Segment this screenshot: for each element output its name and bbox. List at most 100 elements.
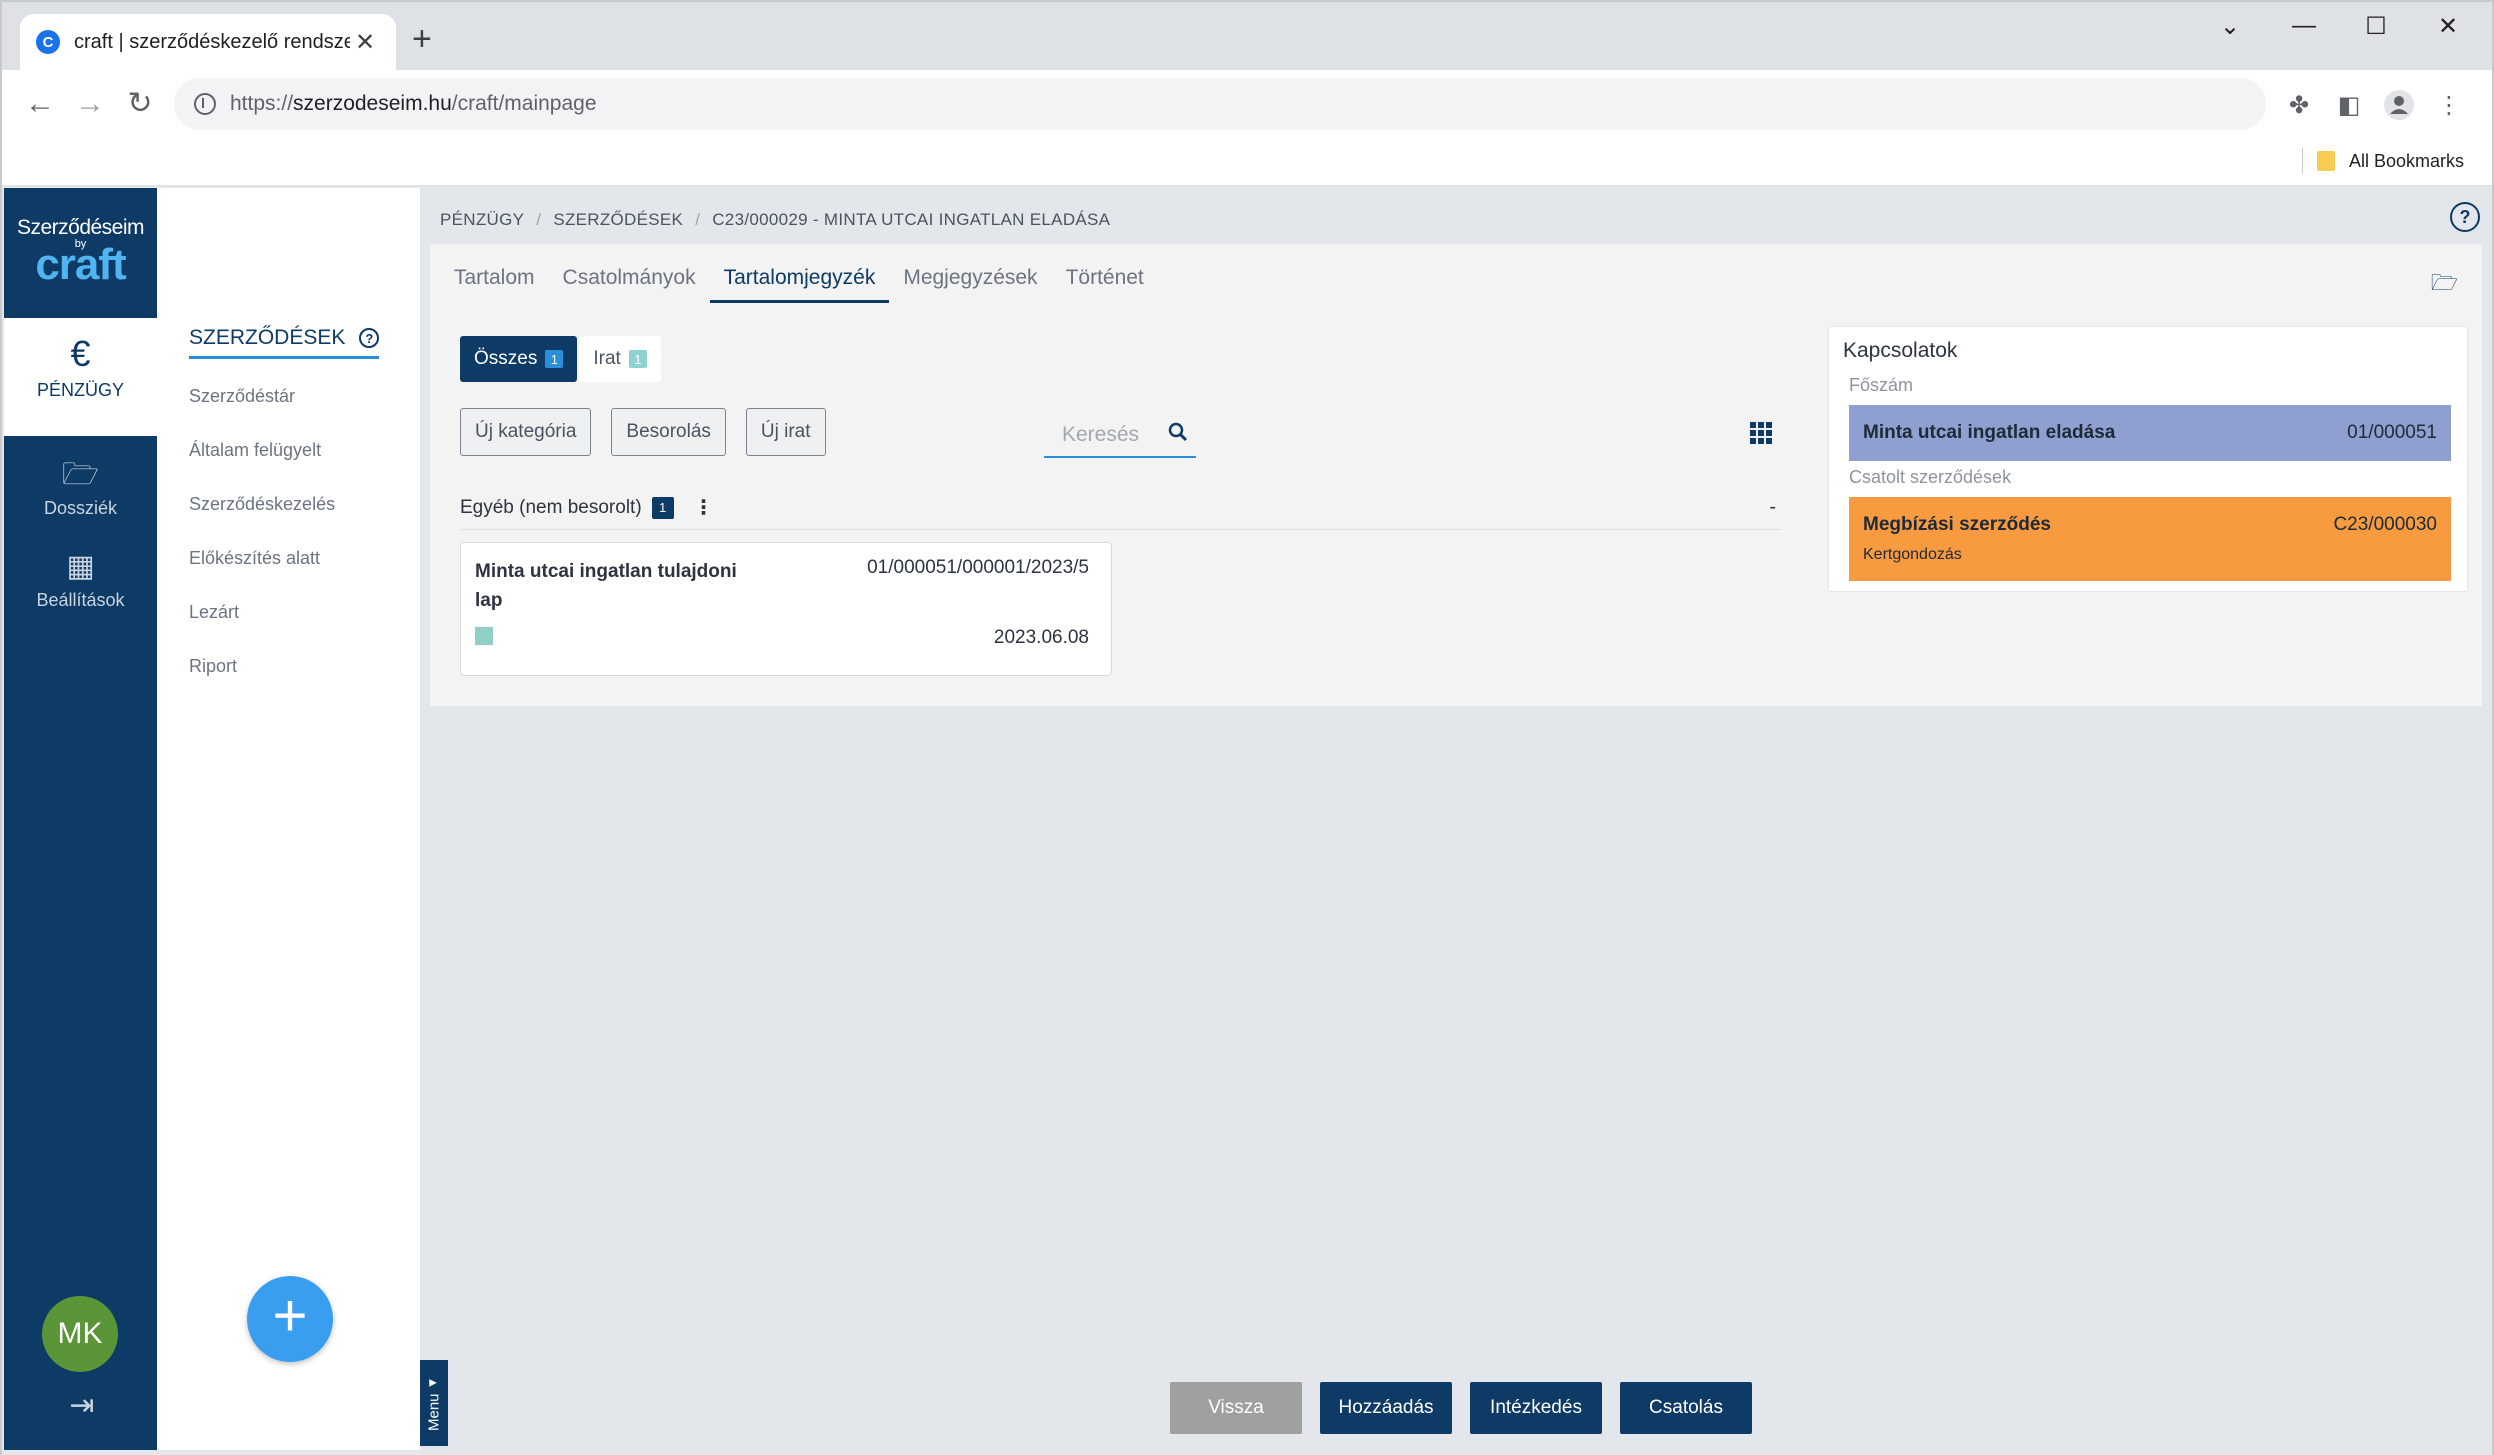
tab-tartalom[interactable]: Tartalom (454, 266, 535, 303)
reload-icon[interactable]: ↻ (120, 84, 160, 124)
subnav-item-riport[interactable]: Riport (189, 656, 237, 677)
url-text: https://szerzodeseim.hu/craft/mainpage (230, 92, 597, 115)
search-placeholder: Keresés (1062, 423, 1140, 446)
add-fab-button[interactable]: + (247, 1276, 333, 1362)
main-contract-code: 01/000051 (2347, 422, 2437, 443)
breadcrumb-item: C23/000029 - MINTA UTCAI INGATLAN ELADÁS… (712, 210, 1111, 229)
logout-icon[interactable]: ⇥ (62, 1388, 102, 1422)
forward-arrow-icon[interactable]: → (70, 84, 110, 124)
logo-line3: craft (35, 240, 126, 289)
browser-tab[interactable]: C craft | szerződéskezelő rendszer ✕ (20, 14, 396, 70)
help-icon[interactable]: ? (2450, 202, 2480, 232)
tab-megjegyzesek[interactable]: Megjegyzések (903, 266, 1037, 303)
linked-contract-row: Megbízási szerződés C23/000030 (1863, 514, 2437, 536)
grid-dot (1750, 438, 1756, 444)
window-close-icon[interactable]: ✕ (2428, 12, 2468, 41)
grid-dot (1758, 422, 1764, 428)
filter-label: Irat (593, 348, 621, 369)
logo-line1: Szerződéseim (16, 216, 145, 239)
browser-window: C craft | szerződéskezelő rendszer ✕ + ⌄… (0, 0, 2494, 1455)
extensions-icon[interactable]: ✤ (2282, 88, 2316, 122)
subnav-item-szerzodestar[interactable]: Szerződéstár (189, 386, 295, 407)
new-document-button[interactable]: Új irat (745, 408, 826, 456)
search-input[interactable]: Keresés (1044, 414, 1196, 458)
subnav-item-szerzodeskezeles[interactable]: Szerződéskezelés (189, 494, 335, 515)
category-count-badge: 1 (651, 496, 674, 519)
sub-navigation: SZERZŐDÉSEK ? Szerződéstár Általam felüg… (157, 188, 420, 1450)
subnav-item-altalam-felugyelt[interactable]: Általam felügyelt (189, 440, 321, 461)
action-button[interactable]: Intézkedés (1470, 1382, 1602, 1434)
tab-tortenet[interactable]: Történet (1066, 266, 1144, 303)
euro-icon: € (70, 333, 91, 374)
more-vertical-icon[interactable]: ⋮ (694, 495, 714, 520)
new-category-button[interactable]: Új kategória (460, 408, 592, 456)
main-contract-name: Minta utcai ingatlan eladása (1863, 422, 2116, 443)
subnav-heading[interactable]: SZERZŐDÉSEK ? (189, 326, 380, 359)
classify-button[interactable]: Besorolás (611, 408, 726, 456)
relations-panel: Kapcsolatok Főszám Minta utcai ingatlan … (1828, 326, 2468, 592)
content-panel: Tartalom Csatolmányok Tartalomjegyzék Me… (430, 244, 2482, 706)
help-circle-icon[interactable]: ? (359, 328, 380, 348)
filter-osszes[interactable]: Összes 1 (460, 336, 578, 382)
browser-menu-icon[interactable]: ⋮ (2432, 88, 2466, 122)
tab-bar: Tartalom Csatolmányok Tartalomjegyzék Me… (454, 266, 1172, 303)
main-content: PÉNZÜGY / SZERZŐDÉSEK / C23/000029 - MINTA U… (420, 186, 2490, 1455)
filter-count-badge: 1 (545, 350, 564, 368)
subnav-heading-label: SZERZŐDÉSEK (189, 326, 346, 349)
folder-open-icon[interactable]: 🗁 (2431, 266, 2458, 304)
collapse-toggle[interactable]: - (1769, 496, 1776, 519)
bottom-action-bar: Vissza Hozzáadás Intézkedés Csatolás (1170, 1382, 1770, 1434)
linked-contract-box[interactable]: Megbízási szerződés C23/000030 Kertgondo… (1849, 497, 2451, 581)
back-button[interactable]: Vissza (1170, 1382, 1302, 1434)
maximize-icon[interactable]: ☐ (2356, 12, 2396, 41)
menu-toggle-tab[interactable]: Menu ◂ (420, 1360, 448, 1446)
menu-tab-label: Menu (425, 1393, 443, 1431)
avatar[interactable]: MK (42, 1296, 118, 1372)
document-card[interactable]: Minta utcai ingatlan tulajdoni lap 01/00… (460, 542, 1112, 676)
side-panel-icon[interactable]: ◧ (2332, 88, 2366, 122)
relations-title: Kapcsolatok (1843, 339, 1958, 362)
action-buttons: Új kategória Besorolás Új irat (460, 408, 846, 456)
grid-dot (1750, 422, 1756, 428)
profile-icon[interactable] (2382, 88, 2416, 122)
add-button[interactable]: Hozzáadás (1320, 1382, 1452, 1434)
minimize-icon[interactable]: — (2284, 12, 2324, 40)
subnav-item-elokeszites-alatt[interactable]: Előkészítés alatt (189, 548, 320, 569)
grid-view-icon[interactable] (1750, 422, 1772, 444)
filter-irat[interactable]: Irat 1 (579, 336, 661, 382)
back-arrow-icon[interactable]: ← (20, 84, 60, 124)
nav-item-beallitasok[interactable]: ▦ Beállítások (4, 538, 157, 628)
bookmarks-separator (2301, 148, 2303, 174)
filter-count-badge: 1 (628, 350, 647, 368)
category-name: Egyéb (nem besorolt) (460, 496, 642, 518)
app-logo[interactable]: Szerződéseim by craft (4, 188, 157, 318)
grid-dot (1758, 438, 1764, 444)
site-info-icon[interactable] (194, 93, 216, 115)
tab-tartalomjegyzek[interactable]: Tartalomjegyzék (709, 266, 890, 303)
main-contract-box[interactable]: Minta utcai ingatlan eladása 01/000051 (1849, 405, 2451, 461)
breadcrumb-item[interactable]: PÉNZÜGY (440, 210, 524, 229)
linked-contracts-label: Csatolt szerződések (1849, 467, 2012, 487)
tab-strip: C craft | szerződéskezelő rendszer ✕ + ⌄… (2, 2, 2492, 70)
search-icon[interactable] (1168, 422, 1188, 448)
app-area: Szerződéseim by craft € PÉNZÜGY 🗁 Dosszi… (2, 186, 2492, 1455)
nav-item-penzugy[interactable]: € PÉNZÜGY (4, 318, 157, 436)
new-tab-icon[interactable]: + (412, 22, 432, 56)
filter-label: Összes (474, 348, 538, 369)
breadcrumb-separator: / (536, 210, 542, 229)
tab-search-chevron-icon[interactable]: ⌄ (2210, 12, 2250, 41)
tab-close-icon[interactable]: ✕ (350, 28, 380, 57)
attach-button[interactable]: Csatolás (1620, 1382, 1752, 1434)
category-row[interactable]: Egyéb (nem besorolt) 1 ⋮ - (460, 486, 1782, 530)
nav-item-label: Dossziék (43, 498, 118, 518)
breadcrumb-item[interactable]: SZERZŐDÉSEK (553, 210, 683, 229)
tab-csatolmanyok[interactable]: Csatolmányok (563, 266, 696, 303)
bookmark-folder-icon (2316, 151, 2335, 171)
address-bar[interactable]: https://szerzodeseim.hu/craft/mainpage (174, 78, 2266, 130)
browser-toolbar: ← → ↻ https://szerzodeseim.hu/craft/main… (2, 70, 2492, 138)
linked-contract-subtitle: Kertgondozás (1863, 546, 1962, 563)
nav-item-dossziek[interactable]: 🗁 Dossziék (4, 446, 157, 536)
subnav-item-lezart[interactable]: Lezárt (189, 602, 239, 623)
grid-dot (1766, 422, 1772, 428)
all-bookmarks-button[interactable]: All Bookmarks (2301, 148, 2464, 174)
